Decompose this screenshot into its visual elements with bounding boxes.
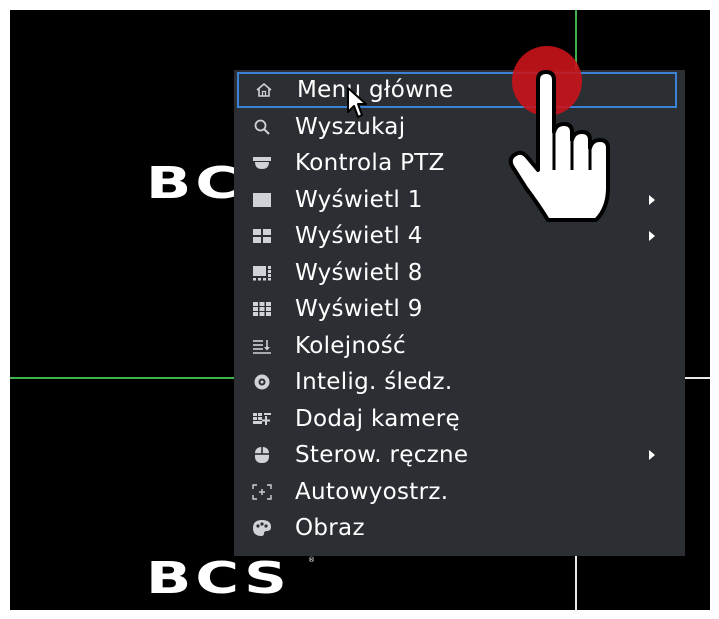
grid-divider-horizontal-right xyxy=(685,377,710,379)
menu-item-label: Kolejność xyxy=(295,332,406,359)
menu-item[interactable]: Autowyostrz. xyxy=(237,474,677,510)
menu-item[interactable]: Kolejność xyxy=(237,328,677,364)
grid-divider-vertical-bottom xyxy=(575,556,577,610)
home-icon xyxy=(253,80,275,100)
menu-item-label: Wyświetl 8 xyxy=(295,259,423,286)
registered-mark: ® xyxy=(308,556,315,564)
submenu-arrow-icon xyxy=(649,231,655,241)
single-view-icon xyxy=(251,190,273,210)
search-icon xyxy=(251,117,273,137)
quad-view-icon xyxy=(251,226,273,246)
nine-view-icon xyxy=(251,299,273,319)
eight-view-icon xyxy=(251,263,273,283)
menu-item[interactable]: Wyświetl 8 xyxy=(237,255,677,291)
menu-item-label: Obraz xyxy=(295,515,365,541)
menu-item-label: Autowyostrz. xyxy=(295,478,449,505)
menu-item[interactable]: Dodaj kamerę xyxy=(237,401,677,437)
menu-item-label: Wyświetl 9 xyxy=(295,296,423,322)
bcs-logo-bottom: BCS xyxy=(146,553,291,604)
mouse-cursor-icon xyxy=(347,87,367,118)
smart-track-icon xyxy=(251,372,273,392)
submenu-arrow-icon xyxy=(649,450,655,460)
grid-divider-horizontal-left xyxy=(10,377,234,379)
sequence-icon xyxy=(251,336,273,356)
menu-item-label: Dodaj kamerę xyxy=(295,405,460,432)
image-icon xyxy=(251,518,273,538)
menu-item[interactable]: Sterow. ręczne xyxy=(237,437,677,473)
submenu-arrow-icon xyxy=(649,194,655,205)
menu-item[interactable]: Wyświetl 9 xyxy=(237,291,677,327)
menu-item-label: Wyświetl 1 xyxy=(295,186,423,213)
hand-pointer-icon xyxy=(508,70,610,222)
ptz-camera-icon xyxy=(251,153,273,173)
menu-item-label: Wyświetl 4 xyxy=(295,223,423,249)
add-camera-icon xyxy=(251,409,273,429)
menu-item-label: Intelig. śledz. xyxy=(295,369,453,395)
menu-item[interactable]: Intelig. śledz. xyxy=(237,364,677,400)
autofocus-icon xyxy=(251,482,273,502)
menu-item-label: Kontrola PTZ xyxy=(295,150,445,176)
menu-item-label: Menu główne xyxy=(297,77,454,103)
menu-item[interactable]: Obraz xyxy=(237,510,677,546)
manual-control-icon xyxy=(251,445,273,465)
menu-item-label: Sterow. ręczne xyxy=(295,442,469,468)
